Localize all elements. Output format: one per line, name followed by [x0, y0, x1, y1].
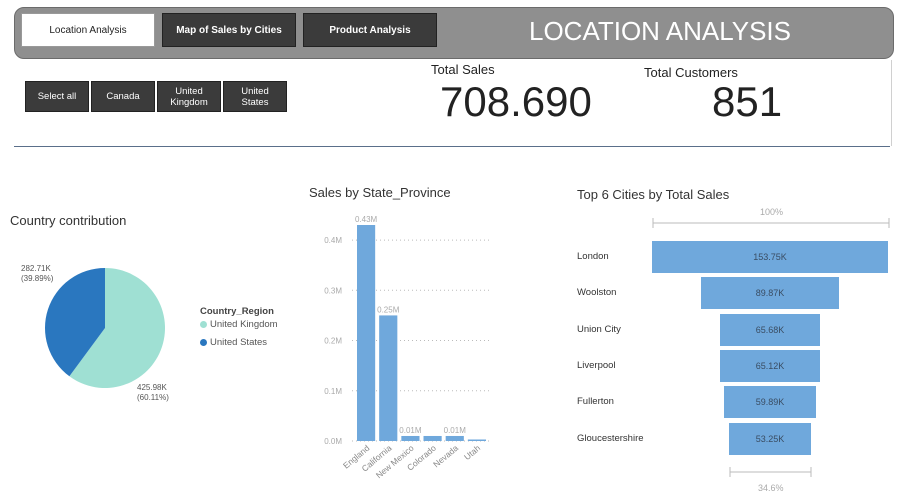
- funnel-city-label: London: [577, 251, 609, 262]
- pie-label-united-states: 282.71K (39.89%): [21, 264, 53, 284]
- legend-label: United Kingdom: [210, 319, 278, 330]
- legend-dot-icon: [200, 339, 207, 346]
- y-tick-label: 0.0M: [324, 437, 342, 446]
- pie-value-united-states: 282.71K: [21, 264, 51, 273]
- funnel-bar-gloucestershire[interactable]: 53.25K: [729, 422, 811, 455]
- divider: [14, 146, 890, 147]
- page-title: LOCATION ANALYSIS: [528, 16, 791, 46]
- filter-united-kingdom[interactable]: United Kingdom: [157, 81, 221, 112]
- filter-select-all[interactable]: Select all: [25, 81, 89, 112]
- funnel-top-pct: 100%: [760, 207, 784, 217]
- bar-utah[interactable]: [467, 439, 487, 441]
- legend-label: United States: [210, 337, 268, 348]
- funnel-bar-london[interactable]: 153.75K: [652, 241, 888, 273]
- funnel-chart-title: Top 6 Cities by Total Sales: [577, 187, 730, 202]
- state-bar-chart: 0.0M0.1M0.2M0.3M0.4M0.43MEngland0.25MCal…: [324, 215, 490, 480]
- bar-england[interactable]: [357, 225, 376, 441]
- funnel-bottom-bracket: [729, 467, 812, 477]
- bar-data-label: 0.43M: [355, 215, 378, 224]
- bar-data-label: 0.01M: [399, 426, 422, 435]
- funnel-city-label: Woolston: [577, 287, 617, 299]
- funnel-bar-liverpool[interactable]: 65.12K: [720, 349, 820, 382]
- tab-map-of-sales[interactable]: Map of Sales by Cities: [162, 13, 296, 47]
- total-customers-value: 851: [712, 78, 783, 125]
- funnel-bottom-pct: 34.6%: [758, 483, 784, 493]
- pie-chart-title: Country contribution: [10, 213, 127, 228]
- tab-product-analysis[interactable]: Product Analysis: [303, 13, 437, 47]
- funnel-bar-fullerton[interactable]: 59.89K: [724, 386, 816, 419]
- funnel-city-label: Union City: [577, 323, 621, 335]
- legend-dot-icon: [200, 321, 207, 328]
- funnel-bar-woolston[interactable]: 89.87K: [701, 277, 839, 310]
- legend-item-united-states[interactable]: United States: [200, 337, 267, 348]
- legend-item-united-kingdom[interactable]: United Kingdom: [200, 319, 278, 330]
- tab-location-analysis[interactable]: Location Analysis: [21, 13, 155, 47]
- funnel-city-label: Liverpool: [577, 359, 616, 371]
- x-category-label: Utah: [462, 443, 482, 462]
- funnel-top-bracket: [652, 218, 890, 228]
- y-tick-label: 0.1M: [324, 387, 342, 396]
- legend-title: Country_Region: [200, 306, 274, 317]
- y-tick-label: 0.4M: [324, 236, 342, 245]
- bar-new-mexico[interactable]: [401, 435, 420, 441]
- total-sales-value: 708.690: [440, 78, 592, 125]
- pie-pct-united-states: (39.89%): [21, 274, 54, 283]
- funnel-city-label: Gloucestershire: [577, 432, 644, 444]
- bar-nevada[interactable]: [445, 435, 464, 441]
- funnel-bar-union-city[interactable]: 65.68K: [719, 313, 821, 346]
- bar-data-label: 0.25M: [377, 305, 400, 314]
- pie-label-united-kingdom: 425.98K (60.11%): [137, 383, 169, 403]
- pie-value-united-kingdom: 425.98K: [137, 383, 167, 392]
- y-tick-label: 0.2M: [324, 337, 342, 346]
- total-sales-label: Total Sales: [431, 62, 495, 77]
- cities-funnel-chart: London 153.75K Woolston 89.87K Union City 65.…: [570, 241, 892, 461]
- bar-chart-title: Sales by State_Province: [309, 185, 451, 200]
- filter-canada[interactable]: Canada: [91, 81, 155, 112]
- funnel-city-label: Fullerton: [577, 396, 614, 408]
- bar-california[interactable]: [379, 315, 398, 441]
- x-category-label: Nevada: [431, 443, 460, 470]
- bar-data-label: 0.01M: [444, 426, 467, 435]
- filter-united-states[interactable]: United States: [223, 81, 287, 112]
- pie-pct-united-kingdom: (60.11%): [137, 393, 169, 402]
- y-tick-label: 0.3M: [324, 286, 342, 295]
- bar-colorado[interactable]: [423, 435, 442, 441]
